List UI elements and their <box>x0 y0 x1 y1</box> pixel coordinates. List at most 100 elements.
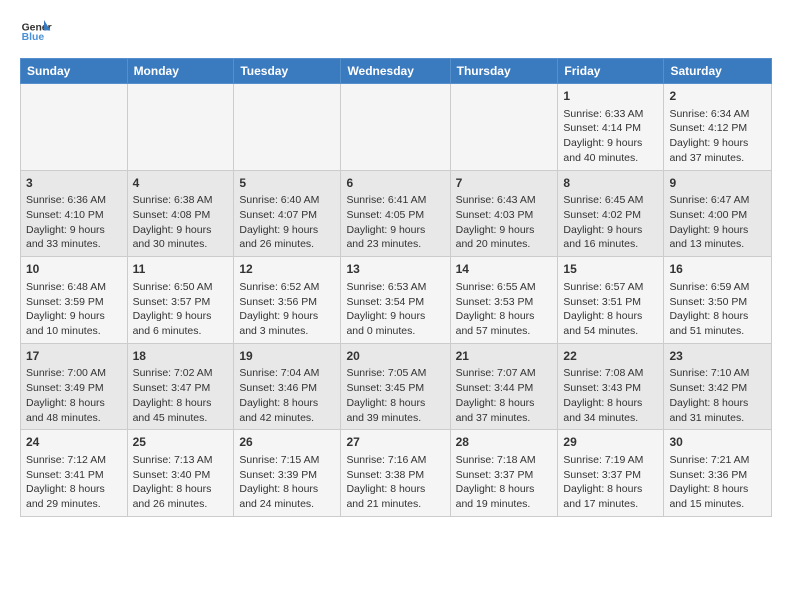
calendar-day-cell: 20Sunrise: 7:05 AM Sunset: 3:45 PM Dayli… <box>341 343 450 430</box>
calendar-day-cell: 8Sunrise: 6:45 AM Sunset: 4:02 PM Daylig… <box>558 170 664 257</box>
day-number: 22 <box>563 348 658 365</box>
calendar-week-2: 3Sunrise: 6:36 AM Sunset: 4:10 PM Daylig… <box>21 170 772 257</box>
calendar-day-cell: 13 Sunrise: 6:53 AM Sunset: 3:54 PM Dayli… <box>341 257 450 344</box>
day-number: 1 <box>563 88 658 105</box>
calendar-day-cell: 18Sunrise: 7:02 AM Sunset: 3:47 PM Dayli… <box>127 343 234 430</box>
day-detail: Sunrise: 7:19 AM Sunset: 3:37 PM Dayligh… <box>563 453 658 512</box>
day-detail: Sunrise: 7:15 AM Sunset: 3:39 PM Dayligh… <box>239 453 335 512</box>
day-detail: Sunrise: 7:07 AM Sunset: 3:44 PM Dayligh… <box>456 366 553 425</box>
day-number: 6 <box>346 175 444 192</box>
calendar-week-5: 24 Sunrise: 7:12 AM Sunset: 3:41 PM Dayli… <box>21 430 772 517</box>
day-number: 28 <box>456 434 553 451</box>
calendar-table: SundayMondayTuesdayWednesdayThursdayFrid… <box>20 58 772 517</box>
day-detail: Sunrise: 6:52 AM Sunset: 3:56 PM Dayligh… <box>239 280 335 339</box>
weekday-monday: Monday <box>127 59 234 84</box>
weekday-wednesday: Wednesday <box>341 59 450 84</box>
day-number: 2 <box>669 88 766 105</box>
calendar-day-cell: 28 Sunrise: 7:18 AM Sunset: 3:37 PM Dayli… <box>450 430 558 517</box>
day-detail: Sunrise: 7:04 AM Sunset: 3:46 PM Dayligh… <box>239 366 335 425</box>
calendar-body: 1 Sunrise: 6:33 AM Sunset: 4:14 PM Daylig… <box>21 84 772 517</box>
day-number: 3 <box>26 175 122 192</box>
calendar-day-cell <box>127 84 234 171</box>
day-number: 18 <box>133 348 229 365</box>
calendar-day-cell: 6Sunrise: 6:41 AM Sunset: 4:05 PM Daylig… <box>341 170 450 257</box>
day-number: 4 <box>133 175 229 192</box>
calendar-day-cell: 15 Sunrise: 6:57 AM Sunset: 3:51 PM Dayli… <box>558 257 664 344</box>
calendar-day-cell: 10 Sunrise: 6:48 AM Sunset: 3:59 PM Dayli… <box>21 257 128 344</box>
day-detail: Sunrise: 6:53 AM Sunset: 3:54 PM Dayligh… <box>346 280 444 339</box>
calendar-day-cell: 1 Sunrise: 6:33 AM Sunset: 4:14 PM Daylig… <box>558 84 664 171</box>
calendar-day-cell: 22Sunrise: 7:08 AM Sunset: 3:43 PM Dayli… <box>558 343 664 430</box>
calendar-day-cell: 4Sunrise: 6:38 AM Sunset: 4:08 PM Daylig… <box>127 170 234 257</box>
calendar-day-cell: 2 Sunrise: 6:34 AM Sunset: 4:12 PM Daylig… <box>664 84 772 171</box>
weekday-sunday: Sunday <box>21 59 128 84</box>
day-detail: Sunrise: 6:59 AM Sunset: 3:50 PM Dayligh… <box>669 280 766 339</box>
day-detail: Sunrise: 7:05 AM Sunset: 3:45 PM Dayligh… <box>346 366 444 425</box>
calendar-day-cell: 16Sunrise: 6:59 AM Sunset: 3:50 PM Dayli… <box>664 257 772 344</box>
day-detail: Sunrise: 7:02 AM Sunset: 3:47 PM Dayligh… <box>133 366 229 425</box>
calendar-day-cell <box>234 84 341 171</box>
day-number: 21 <box>456 348 553 365</box>
day-number: 11 <box>133 261 229 278</box>
day-detail: Sunrise: 6:43 AM Sunset: 4:03 PM Dayligh… <box>456 193 553 252</box>
calendar-day-cell: 30Sunrise: 7:21 AM Sunset: 3:36 PM Dayli… <box>664 430 772 517</box>
day-number: 12 <box>239 261 335 278</box>
weekday-header-row: SundayMondayTuesdayWednesdayThursdayFrid… <box>21 59 772 84</box>
day-number: 14 <box>456 261 553 278</box>
day-number: 17 <box>26 348 122 365</box>
day-detail: Sunrise: 6:34 AM Sunset: 4:12 PM Dayligh… <box>669 107 766 166</box>
day-detail: Sunrise: 7:10 AM Sunset: 3:42 PM Dayligh… <box>669 366 766 425</box>
day-detail: Sunrise: 7:18 AM Sunset: 3:37 PM Dayligh… <box>456 453 553 512</box>
day-number: 25 <box>133 434 229 451</box>
calendar-day-cell: 14 Sunrise: 6:55 AM Sunset: 3:53 PM Dayli… <box>450 257 558 344</box>
day-number: 27 <box>346 434 444 451</box>
calendar-day-cell: 21Sunrise: 7:07 AM Sunset: 3:44 PM Dayli… <box>450 343 558 430</box>
calendar-header: SundayMondayTuesdayWednesdayThursdayFrid… <box>21 59 772 84</box>
calendar-day-cell: 27 Sunrise: 7:16 AM Sunset: 3:38 PM Dayli… <box>341 430 450 517</box>
day-detail: Sunrise: 6:40 AM Sunset: 4:07 PM Dayligh… <box>239 193 335 252</box>
logo-icon: General Blue <box>20 16 52 48</box>
day-detail: Sunrise: 7:13 AM Sunset: 3:40 PM Dayligh… <box>133 453 229 512</box>
weekday-thursday: Thursday <box>450 59 558 84</box>
day-detail: Sunrise: 6:57 AM Sunset: 3:51 PM Dayligh… <box>563 280 658 339</box>
weekday-friday: Friday <box>558 59 664 84</box>
day-detail: Sunrise: 6:41 AM Sunset: 4:05 PM Dayligh… <box>346 193 444 252</box>
weekday-tuesday: Tuesday <box>234 59 341 84</box>
calendar-day-cell: 5Sunrise: 6:40 AM Sunset: 4:07 PM Daylig… <box>234 170 341 257</box>
day-detail: Sunrise: 7:00 AM Sunset: 3:49 PM Dayligh… <box>26 366 122 425</box>
calendar-day-cell: 3Sunrise: 6:36 AM Sunset: 4:10 PM Daylig… <box>21 170 128 257</box>
day-number: 5 <box>239 175 335 192</box>
day-detail: Sunrise: 6:55 AM Sunset: 3:53 PM Dayligh… <box>456 280 553 339</box>
day-number: 24 <box>26 434 122 451</box>
calendar-day-cell: 11 Sunrise: 6:50 AM Sunset: 3:57 PM Dayli… <box>127 257 234 344</box>
day-number: 19 <box>239 348 335 365</box>
day-detail: Sunrise: 6:47 AM Sunset: 4:00 PM Dayligh… <box>669 193 766 252</box>
day-detail: Sunrise: 7:16 AM Sunset: 3:38 PM Dayligh… <box>346 453 444 512</box>
svg-text:Blue: Blue <box>22 32 45 43</box>
day-number: 29 <box>563 434 658 451</box>
calendar-day-cell: 23Sunrise: 7:10 AM Sunset: 3:42 PM Dayli… <box>664 343 772 430</box>
day-number: 13 <box>346 261 444 278</box>
calendar-day-cell: 26 Sunrise: 7:15 AM Sunset: 3:39 PM Dayli… <box>234 430 341 517</box>
day-detail: Sunrise: 6:48 AM Sunset: 3:59 PM Dayligh… <box>26 280 122 339</box>
calendar-day-cell: 7Sunrise: 6:43 AM Sunset: 4:03 PM Daylig… <box>450 170 558 257</box>
calendar-day-cell: 9Sunrise: 6:47 AM Sunset: 4:00 PM Daylig… <box>664 170 772 257</box>
day-number: 20 <box>346 348 444 365</box>
calendar-week-1: 1 Sunrise: 6:33 AM Sunset: 4:14 PM Daylig… <box>21 84 772 171</box>
day-detail: Sunrise: 6:45 AM Sunset: 4:02 PM Dayligh… <box>563 193 658 252</box>
day-number: 7 <box>456 175 553 192</box>
day-number: 10 <box>26 261 122 278</box>
day-detail: Sunrise: 7:08 AM Sunset: 3:43 PM Dayligh… <box>563 366 658 425</box>
calendar-day-cell: 25 Sunrise: 7:13 AM Sunset: 3:40 PM Dayli… <box>127 430 234 517</box>
calendar-day-cell <box>450 84 558 171</box>
calendar-week-3: 10 Sunrise: 6:48 AM Sunset: 3:59 PM Dayli… <box>21 257 772 344</box>
day-number: 26 <box>239 434 335 451</box>
calendar-day-cell: 29 Sunrise: 7:19 AM Sunset: 3:37 PM Dayli… <box>558 430 664 517</box>
day-number: 9 <box>669 175 766 192</box>
logo: General Blue <box>20 16 52 48</box>
day-detail: Sunrise: 6:50 AM Sunset: 3:57 PM Dayligh… <box>133 280 229 339</box>
day-detail: Sunrise: 7:12 AM Sunset: 3:41 PM Dayligh… <box>26 453 122 512</box>
day-detail: Sunrise: 6:33 AM Sunset: 4:14 PM Dayligh… <box>563 107 658 166</box>
day-detail: Sunrise: 7:21 AM Sunset: 3:36 PM Dayligh… <box>669 453 766 512</box>
day-number: 15 <box>563 261 658 278</box>
